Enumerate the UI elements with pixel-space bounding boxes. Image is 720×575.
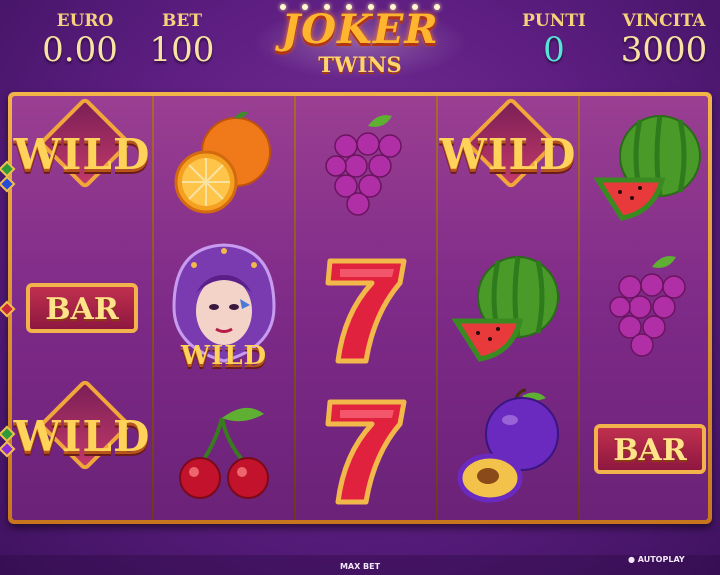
watermelon-icon: [451, 256, 559, 362]
bar-text: BAR: [45, 292, 119, 327]
bar-symbol: BAR: [580, 378, 708, 519]
seven-symbol: [296, 378, 436, 519]
wild-text: WILD: [439, 130, 577, 179]
autoplay-button[interactable]: ● AUTOPLAY: [628, 555, 685, 564]
punti-value: 0: [543, 30, 565, 70]
autoplay-icon: ●: [628, 555, 635, 564]
plum-symbol: [438, 378, 578, 519]
reel-3: [296, 96, 436, 520]
reel-2: WILD: [154, 96, 294, 520]
watermelon-symbol: [580, 96, 708, 237]
seven-icon: [325, 258, 407, 364]
wild-text: WILD: [13, 130, 151, 179]
reel-4: WILD: [438, 96, 578, 520]
logo-twins-text: TWINS: [318, 52, 402, 77]
seven-icon: [325, 399, 407, 505]
joker-wild-text: WILD: [180, 341, 268, 371]
bar-symbol: BAR: [12, 237, 152, 378]
reel-5: BAR: [580, 96, 708, 520]
bar-text: BAR: [613, 433, 687, 468]
euro-label: EURO: [56, 11, 114, 31]
wild-symbol: WILD: [12, 96, 152, 237]
grapes-icon: [325, 115, 402, 216]
cherries-icon: [179, 407, 269, 499]
orange-icon: [174, 111, 271, 214]
game-logo: JOKER TWINS: [252, 2, 468, 88]
reels-area: WILD BAR WILD WILD WILD BAR: [12, 96, 708, 520]
seven-symbol: [296, 237, 436, 378]
reels-frame: WILD BAR WILD WILD WILD BAR: [8, 92, 712, 524]
vincita-label: VINCITA: [622, 11, 706, 31]
grapes-icon: [609, 256, 686, 357]
reel-1: WILD BAR WILD: [12, 96, 152, 520]
logo-joker-text: JOKER: [281, 6, 439, 53]
watermelon-icon: [593, 115, 701, 221]
grapes-symbol: [580, 237, 708, 378]
cherries-symbol: [154, 378, 294, 519]
wild-text: WILD: [13, 412, 151, 461]
wild-symbol: WILD: [438, 96, 578, 237]
joker-wild-symbol: WILD: [154, 237, 294, 378]
grapes-symbol: [296, 96, 436, 237]
wild-symbol: WILD: [12, 378, 152, 519]
vincita-value: 3000: [620, 30, 708, 70]
max-bet-button[interactable]: MAX BET: [0, 562, 720, 571]
plum-icon: [457, 388, 559, 503]
orange-symbol: [154, 96, 294, 237]
bet-value[interactable]: 100: [140, 30, 224, 70]
punti-label: PUNTI: [522, 11, 586, 31]
bet-label: BET: [162, 11, 202, 31]
autoplay-label: AUTOPLAY: [637, 555, 685, 564]
watermelon-symbol: [438, 237, 578, 378]
top-hud: EURO 0.00 BET 100 JOKER TWINS PUNTI 0 VI…: [0, 0, 720, 90]
euro-value: 0.00: [42, 30, 118, 70]
